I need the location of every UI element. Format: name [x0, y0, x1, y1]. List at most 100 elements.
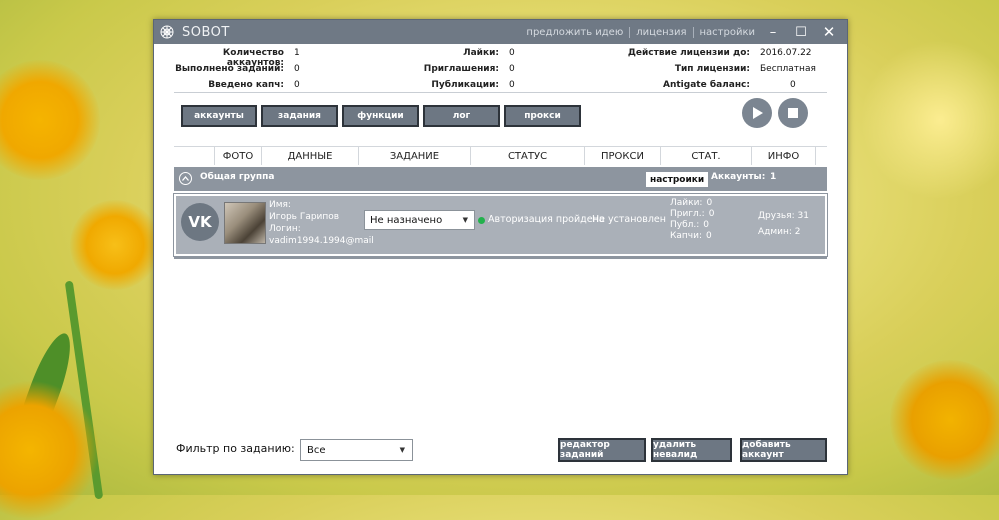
tab-tasks[interactable]: задания	[261, 105, 338, 127]
tab-functions[interactable]: функции	[342, 105, 419, 127]
background-flower	[0, 60, 100, 180]
background-flower	[70, 200, 160, 290]
app-window: SOBOT предложить идею лицензия настройки…	[153, 19, 848, 475]
stat-antigate: Antigate баланс: 0	[614, 80, 796, 90]
stat-invites: Приглашения: 0	[394, 64, 515, 74]
column-header[interactable]: СТАТУС	[470, 147, 584, 165]
admin-count: Админ: 2	[758, 227, 801, 237]
stat-line: Пригл.: 0	[670, 209, 714, 220]
minimize-button[interactable]: –	[759, 20, 787, 44]
close-button[interactable]: ✕	[815, 20, 843, 44]
stat-likes: Лайки: 0	[394, 48, 515, 58]
stat-line: Капчи: 0	[670, 231, 714, 242]
stat-label: Публ.:	[670, 220, 700, 230]
vk-logo-icon: VK	[181, 203, 219, 241]
stat-posts: Публикации: 0	[394, 80, 515, 90]
app-title: SOBOT	[182, 24, 230, 40]
stat-label: Приглашения:	[423, 64, 499, 74]
stat-label: Введено капч:	[208, 80, 284, 90]
stat-license-until: Действие лицензии до: 2016.07.22	[614, 48, 812, 58]
play-icon	[753, 107, 763, 119]
stat-label: Тип лицензии:	[674, 64, 750, 74]
stop-icon	[788, 108, 798, 118]
delete-invalid-button[interactable]: удалить невалид	[651, 438, 732, 462]
maximize-button[interactable]: ☐	[787, 20, 815, 44]
column-header[interactable]: ИНФО	[751, 147, 816, 165]
add-account-button[interactable]: добавить аккаунт	[740, 438, 827, 462]
stat-label: Действие лицензии до:	[627, 48, 750, 58]
settings-link[interactable]: настройки	[700, 27, 756, 38]
stat-label: Пригл.:	[670, 209, 705, 219]
name-label: Имя:	[269, 200, 291, 210]
account-info: Друзья: 31 Админ: 2	[758, 208, 809, 240]
stat-line: Публ.: 0	[670, 220, 714, 231]
task-select[interactable]: Не назначено ▼	[364, 210, 475, 230]
stat-label: Капчи:	[670, 231, 702, 241]
filter-label: Фильтр по заданию:	[176, 442, 295, 455]
column-header[interactable]: ДАННЫЕ	[261, 147, 358, 165]
suggest-idea-link[interactable]: предложить идею	[526, 27, 623, 38]
stat-value: 0	[294, 64, 300, 74]
stat-tasks-done: Выполнено заданий: 0	[164, 64, 300, 74]
group-name: Общая группа	[200, 172, 275, 182]
column-header[interactable]: ФОТО	[214, 147, 261, 165]
tab-proxy[interactable]: прокси	[504, 105, 581, 127]
group-bottom-border	[174, 256, 827, 259]
stat-label: Antigate баланс:	[663, 80, 750, 90]
column-header[interactable]: ПРОКСИ	[584, 147, 660, 165]
stop-button[interactable]	[778, 98, 808, 128]
background-flower	[890, 360, 999, 480]
filter-select[interactable]: Все ▼	[300, 439, 413, 461]
stat-value: 0	[708, 209, 715, 219]
app-logo-icon	[158, 23, 176, 41]
column-header[interactable]: СТАТ.	[660, 147, 751, 165]
stat-line: Лайки: 0	[670, 198, 714, 209]
stats-panel: Количество аккаунтов: 1 Выполнено задани…	[154, 44, 847, 94]
license-link[interactable]: лицензия	[636, 27, 686, 38]
column-header[interactable]: ЗАДАНИЕ	[358, 147, 470, 165]
proxy-text: Не установлен	[592, 214, 666, 225]
stat-value: 0	[509, 48, 515, 58]
divider	[692, 26, 694, 38]
task-editor-button[interactable]: редактор заданий	[558, 438, 646, 462]
collapse-icon[interactable]	[179, 172, 192, 185]
table-row[interactable]: VK Имя: Игорь Гарипов Логин: vadim1994.1…	[173, 193, 828, 257]
friends-count: Друзья: 31	[758, 211, 809, 221]
chevron-down-icon: ▼	[462, 216, 468, 224]
stat-captcha: Введено капч: 0	[164, 80, 300, 90]
task-select-value: Не назначено	[370, 214, 443, 226]
account-stats: Лайки: 0 Пригл.: 0 Публ.: 0 Капчи: 0	[670, 198, 714, 242]
login-label: Логин:	[269, 224, 301, 234]
login-value: vadim1994.1994@mail	[269, 236, 374, 246]
play-button[interactable]	[742, 98, 772, 128]
title-bar[interactable]: SOBOT предложить идею лицензия настройки…	[154, 20, 847, 44]
tab-log[interactable]: лог	[423, 105, 500, 127]
stat-value: Бесплатная	[760, 64, 816, 74]
stat-license-type: Тип лицензии: Бесплатная	[614, 64, 816, 74]
stat-label: Лайки:	[463, 48, 499, 58]
stat-label: Публикации:	[431, 80, 499, 90]
chevron-down-icon: ▼	[399, 446, 405, 454]
table-header: ФОТО ДАННЫЕ ЗАДАНИЕ СТАТУС ПРОКСИ СТАТ. …	[174, 146, 827, 165]
stat-label: Выполнено заданий:	[175, 64, 284, 74]
status-indicator	[478, 217, 485, 224]
stat-value: 0	[509, 80, 515, 90]
avatar	[224, 202, 266, 244]
stat-value: 0	[294, 80, 300, 90]
stat-value: 0	[706, 198, 713, 208]
divider	[174, 92, 827, 93]
background-light-blur	[860, 40, 999, 200]
filter-select-value: Все	[307, 444, 326, 456]
stat-value: 0	[706, 231, 712, 241]
stat-label: Лайки:	[670, 198, 703, 208]
stat-value: 2016.07.22	[760, 48, 812, 58]
title-links: предложить идею лицензия настройки	[526, 20, 755, 44]
group-settings-button[interactable]: настроики	[646, 172, 709, 187]
account-data: Имя: Игорь Гарипов Логин: vadim1994.1994…	[269, 199, 374, 247]
group-row: Общая группа настроики Аккаунты: 1	[174, 167, 827, 191]
stat-value: 0	[703, 220, 710, 230]
tab-accounts[interactable]: аккаунты	[181, 105, 257, 127]
group-accounts-label: Аккаунты:	[711, 172, 766, 182]
status-text: Авторизация пройдена	[488, 214, 605, 225]
divider	[629, 26, 631, 38]
